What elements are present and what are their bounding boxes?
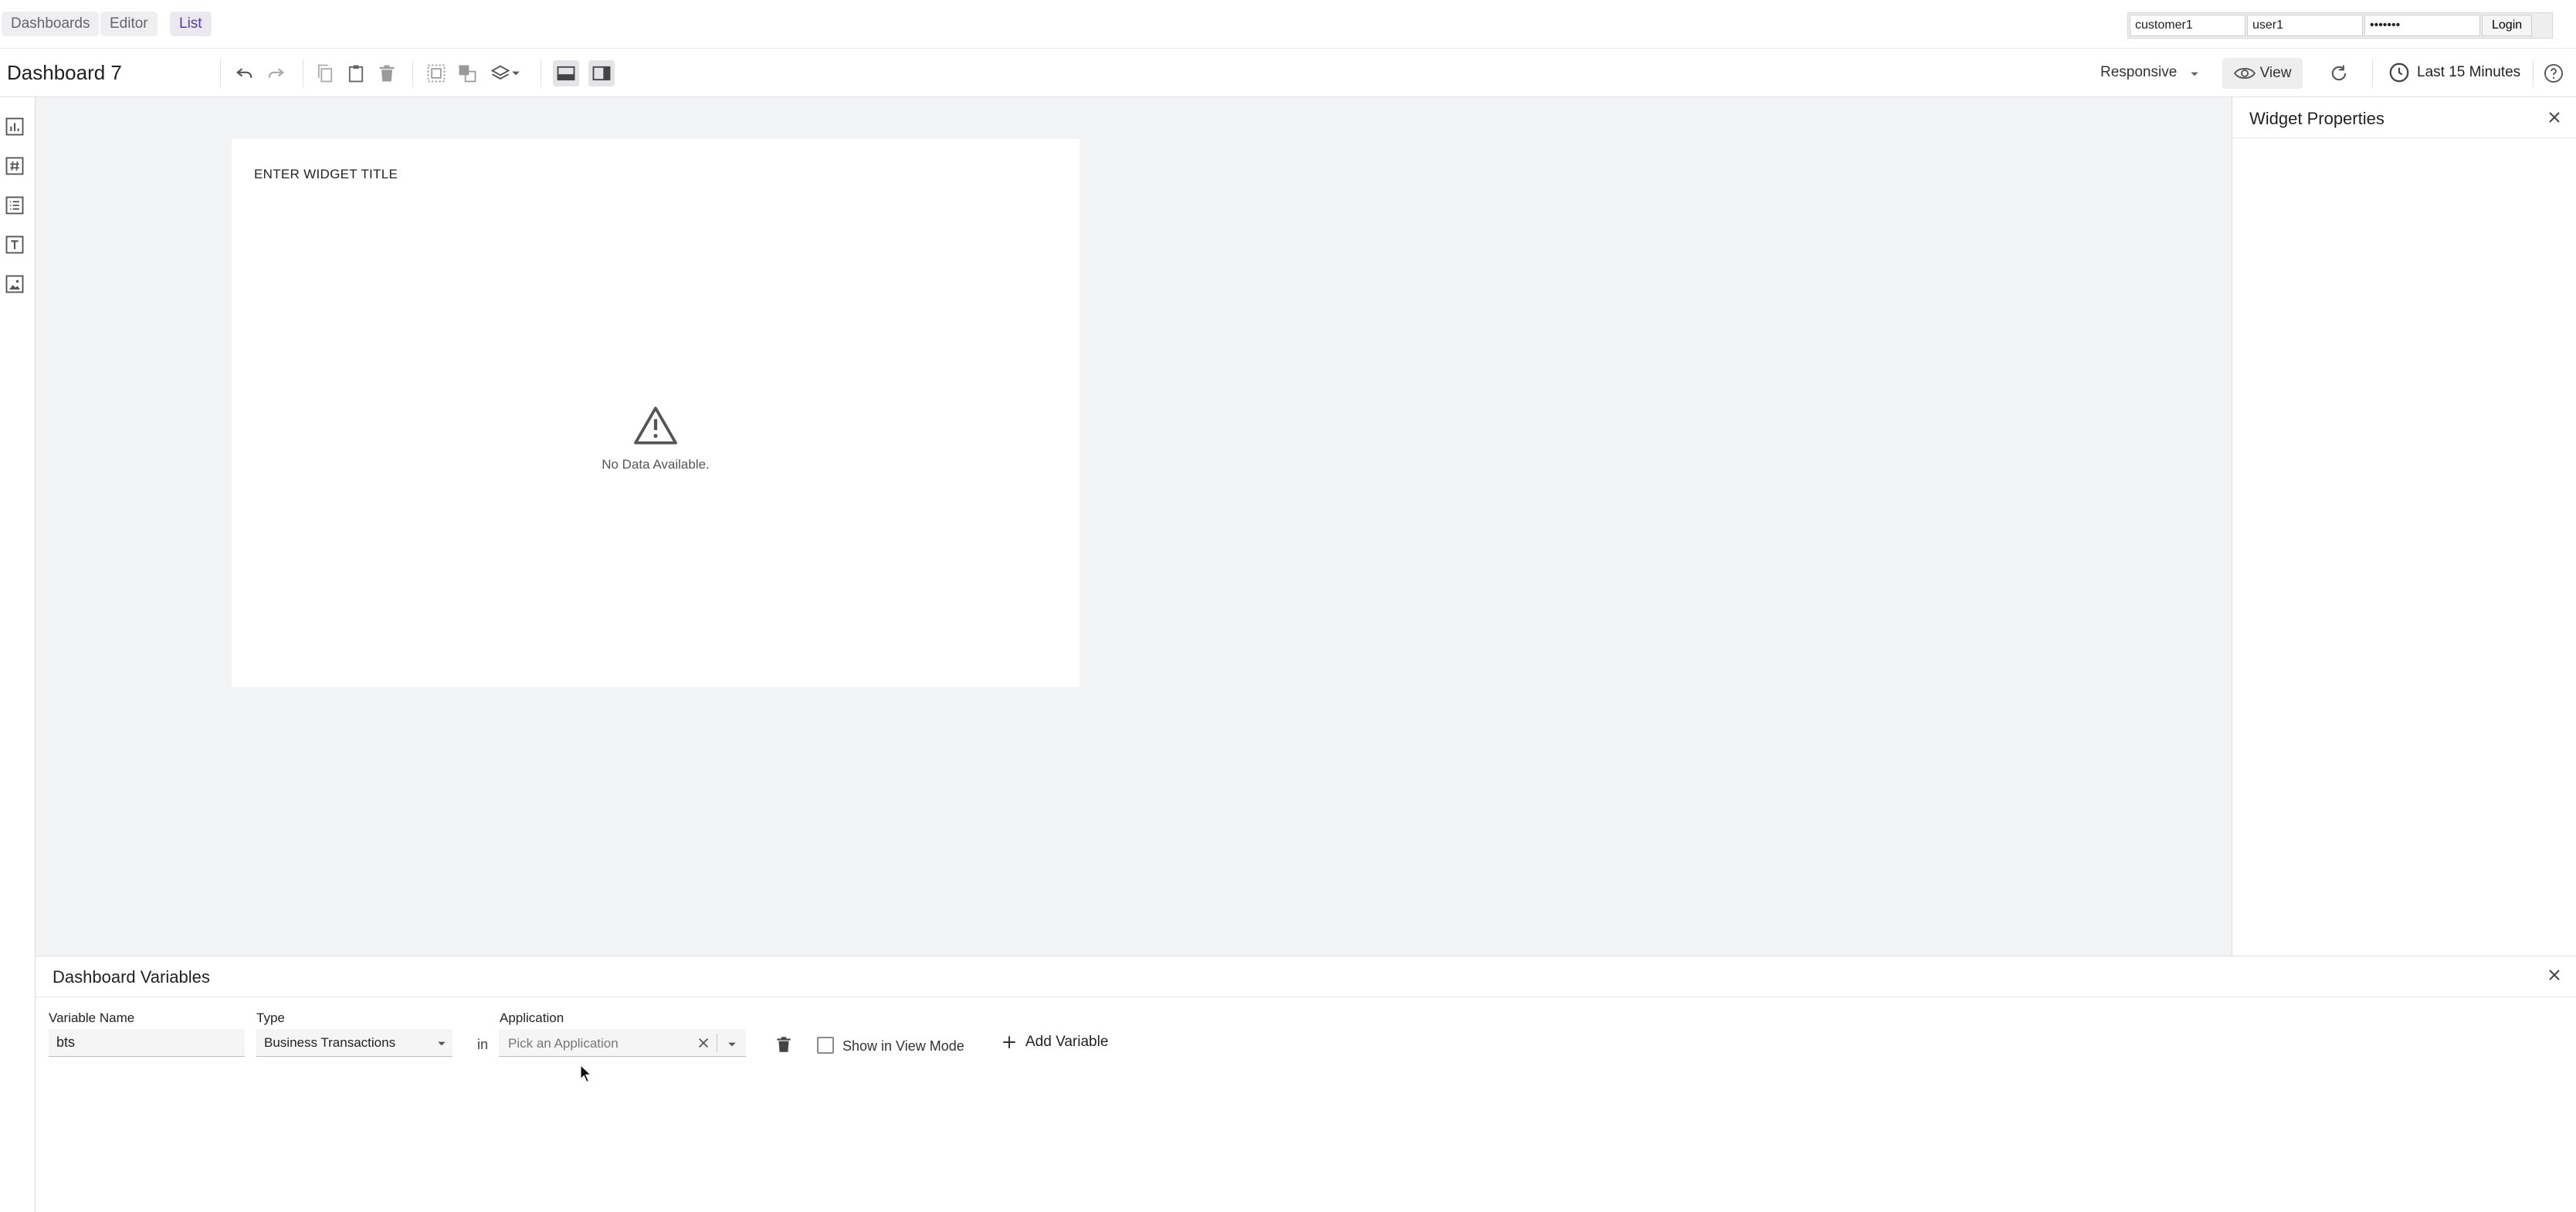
- caret-down-icon: [728, 1042, 736, 1047]
- copy-icon: [317, 64, 333, 83]
- no-data-message: No Data Available.: [602, 457, 710, 472]
- toolbar-divider: [2372, 59, 2373, 87]
- variables-title: Dashboard Variables: [53, 967, 210, 987]
- show-in-view-mode-label[interactable]: Show in View Mode: [842, 1038, 964, 1055]
- show-in-view-mode-checkbox[interactable]: [817, 1037, 834, 1054]
- password-input[interactable]: [2364, 15, 2480, 36]
- undo-button[interactable]: [232, 60, 258, 86]
- application-picker[interactable]: Pick an Application: [499, 1029, 746, 1057]
- paste-button[interactable]: [343, 60, 369, 86]
- top-nav: Dashboards Editor List Login: [0, 0, 2576, 48]
- clock-icon: [2389, 63, 2409, 83]
- refresh-icon: [2331, 65, 2347, 81]
- eye-icon: [2233, 67, 2256, 80]
- layout-horizontal-button[interactable]: [553, 60, 579, 86]
- variable-name-input[interactable]: [49, 1029, 245, 1057]
- toolbar-divider: [412, 59, 413, 87]
- panel-right-icon: [592, 66, 611, 81]
- add-chart-widget[interactable]: [4, 116, 25, 137]
- widget-properties-panel: Widget Properties: [2232, 97, 2576, 956]
- in-connector: in: [477, 1037, 489, 1052]
- type-select-value: Business Transactions: [264, 1034, 396, 1050]
- clipboard-icon: [348, 65, 364, 83]
- tab-editor[interactable]: Editor: [100, 12, 158, 36]
- type-label: Type: [256, 1011, 285, 1025]
- list-icon: [5, 196, 24, 215]
- close-icon: [698, 1038, 709, 1048]
- layout-mode-label: Responsive: [2100, 64, 2178, 80]
- properties-title: Widget Properties: [2249, 109, 2384, 128]
- dashboard-variables-panel: Dashboard Variables Variable Name Type A…: [36, 956, 2576, 1212]
- refresh-button[interactable]: [2326, 60, 2352, 86]
- delete-variable-button[interactable]: [774, 1034, 794, 1055]
- text-icon: [5, 235, 24, 254]
- user-input[interactable]: [2247, 15, 2363, 36]
- login-form: Login: [2127, 12, 2553, 39]
- redo-icon: [268, 68, 285, 78]
- widget-palette: [0, 97, 36, 1212]
- customer-input[interactable]: [2130, 15, 2246, 36]
- widget-title[interactable]: ENTER WIDGET TITLE: [254, 167, 398, 182]
- properties-header: Widget Properties: [2232, 97, 2576, 138]
- widget-card[interactable]: ENTER WIDGET TITLE No Data Available.: [232, 139, 1080, 687]
- warning-icon: [633, 405, 678, 445]
- login-button[interactable]: Login: [2482, 15, 2533, 36]
- variables-header: Dashboard Variables: [36, 956, 2576, 997]
- dashboard-title[interactable]: Dashboard 7: [7, 61, 122, 85]
- variable-name-label: Variable Name: [49, 1011, 135, 1025]
- image-icon: [5, 275, 24, 293]
- group-icon: [427, 64, 446, 83]
- view-button[interactable]: View: [2222, 58, 2303, 89]
- add-metric-widget[interactable]: [4, 155, 25, 177]
- panel-bottom-icon: [557, 66, 575, 81]
- close-icon: [2549, 112, 2560, 123]
- time-range-picker[interactable]: Last 15 Minutes: [2388, 61, 2520, 84]
- plus-icon: [1003, 1036, 1015, 1048]
- toolbar-divider: [220, 59, 221, 87]
- clear-application-button[interactable]: [697, 1036, 710, 1050]
- close-properties-button[interactable]: [2547, 110, 2562, 125]
- layers-dropdown[interactable]: [485, 60, 525, 86]
- trash-icon: [777, 1037, 791, 1052]
- trash-icon: [379, 65, 395, 82]
- ungroup-button[interactable]: [454, 60, 480, 86]
- close-icon: [2549, 970, 2560, 980]
- delete-button[interactable]: [374, 60, 400, 86]
- caret-down-icon: [438, 1041, 446, 1046]
- bar-chart-icon: [5, 117, 24, 136]
- copy-button[interactable]: [312, 60, 338, 86]
- application-dropdown-toggle[interactable]: [727, 1040, 737, 1049]
- application-label: Application: [500, 1011, 564, 1025]
- caret-down-icon: [512, 71, 520, 76]
- layers-icon: [490, 65, 510, 80]
- hash-icon: [5, 157, 24, 175]
- view-label: View: [2259, 65, 2292, 81]
- layout-vertical-button[interactable]: [588, 60, 615, 86]
- tab-list[interactable]: List: [170, 12, 212, 36]
- editor-toolbar: Dashboard 7 Responsive View Last 15 Minu…: [0, 48, 2576, 97]
- caret-down-icon: [2191, 72, 2198, 76]
- help-icon: [2544, 63, 2564, 83]
- application-placeholder: Pick an Application: [508, 1036, 619, 1051]
- add-list-widget[interactable]: [4, 195, 25, 216]
- type-select[interactable]: Business Transactions: [256, 1029, 452, 1057]
- add-text-widget[interactable]: [4, 234, 25, 256]
- time-range-label: Last 15 Minutes: [2417, 64, 2521, 80]
- ungroup-icon: [459, 65, 476, 83]
- layout-mode-dropdown[interactable]: Responsive: [2100, 64, 2177, 81]
- mouse-cursor-icon: [579, 1064, 593, 1084]
- group-button[interactable]: [423, 60, 449, 86]
- close-variables-button[interactable]: [2547, 967, 2562, 983]
- add-variable-label: Add Variable: [1025, 1034, 1109, 1050]
- help-button[interactable]: [2540, 60, 2567, 86]
- tab-dashboards[interactable]: Dashboards: [2, 12, 100, 36]
- redo-button[interactable]: [263, 60, 289, 86]
- undo-icon: [236, 68, 253, 78]
- toolbar-divider: [2533, 59, 2534, 87]
- add-image-widget[interactable]: [4, 273, 25, 295]
- add-variable-button[interactable]: Add Variable: [1001, 1034, 1108, 1051]
